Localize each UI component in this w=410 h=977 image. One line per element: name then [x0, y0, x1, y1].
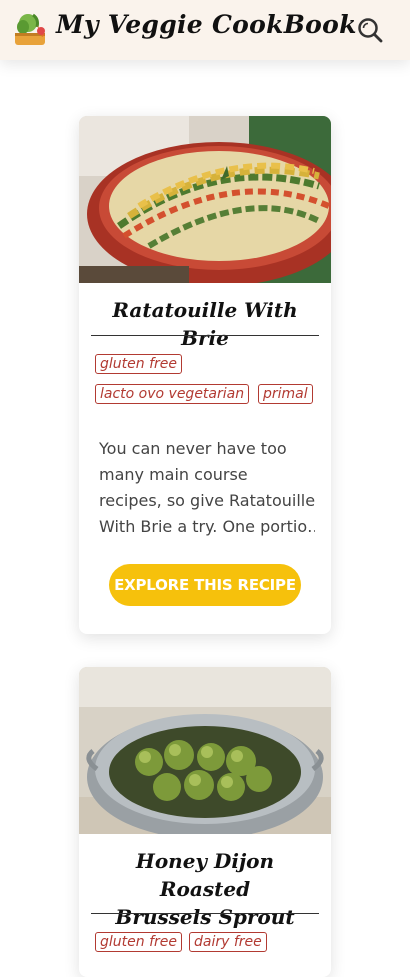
title-divider — [91, 913, 319, 914]
diet-tag[interactable]: primal — [258, 384, 313, 404]
brussels-sprouts-photo — [79, 667, 331, 834]
recipe-description: You can never have too many main course … — [99, 439, 315, 536]
recipe-card[interactable]: Honey Dijon Roasted Brussels Sprout glut… — [79, 667, 331, 977]
diet-tag[interactable]: gluten free — [95, 354, 182, 374]
app-title: My Veggie CookBook — [56, 10, 357, 39]
diet-tag[interactable]: lacto ovo vegetarian — [95, 384, 250, 404]
title-divider — [91, 335, 319, 336]
explore-recipe-button[interactable]: Explore this recipe — [109, 564, 301, 606]
ratatouille-dish-photo — [79, 116, 331, 283]
recipe-title[interactable]: Honey Dijon Roasted Brussels Sprout — [91, 847, 319, 931]
diet-tag[interactable]: gluten free — [95, 932, 182, 952]
search-icon[interactable] — [356, 16, 384, 44]
recipe-card[interactable]: Ratatouille With Brie gluten free lacto … — [79, 116, 331, 634]
diet-tag[interactable]: dairy free — [189, 932, 267, 952]
recipe-title[interactable]: Ratatouille With Brie — [91, 296, 319, 352]
vegetable-basket-icon[interactable] — [11, 11, 49, 49]
app-header: My Veggie CookBook — [0, 0, 410, 60]
